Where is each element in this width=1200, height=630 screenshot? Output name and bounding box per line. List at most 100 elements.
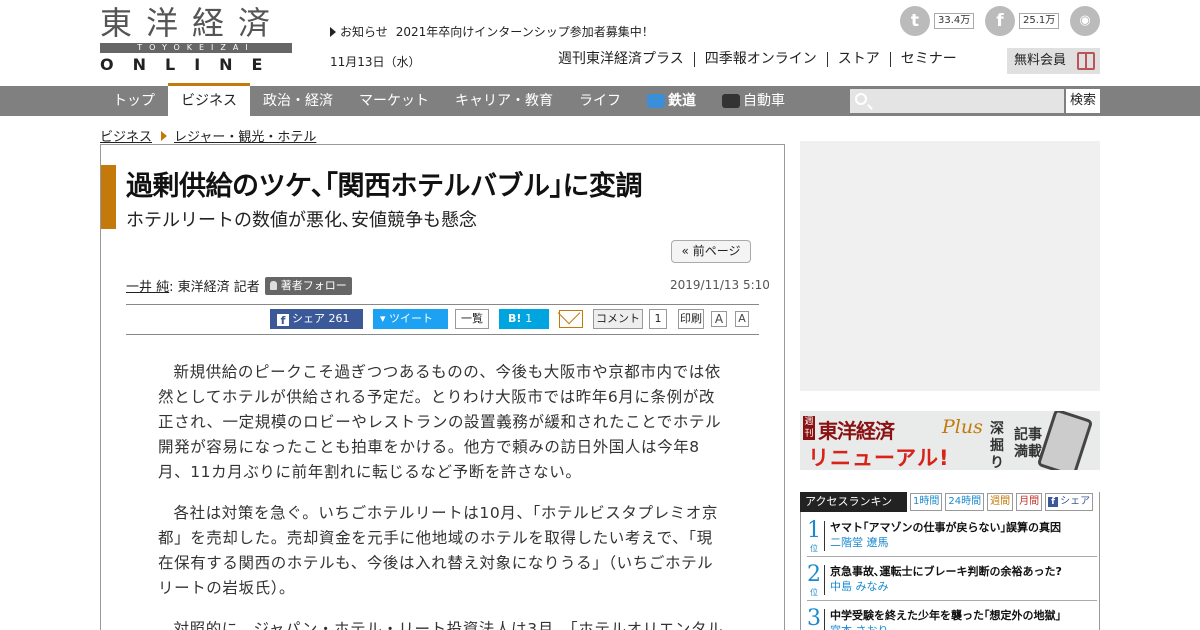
breadcrumb: ビジネス レジャー・観光・ホテル — [100, 126, 316, 145]
comment-button[interactable]: コメント — [593, 309, 643, 329]
fb-share-count: 261 — [328, 312, 350, 325]
ranking-tabs: アクセスランキング 1時間 24時間 週間 月間 f シェア — [800, 492, 1101, 528]
access-ranking: アクセスランキング 1時間 24時間 週間 月間 f シェア 1 位 ヤマト｢アマ… — [800, 492, 1100, 630]
rank-number: 1 — [807, 518, 821, 543]
notice-label: お知らせ — [340, 25, 388, 39]
facebook-count: 25.1万 — [1019, 13, 1060, 29]
banner-side-text: 深掘り — [990, 421, 1004, 470]
tab-1hour[interactable]: 1時間 — [910, 493, 943, 511]
ranking-author[interactable]: 宮本 さおり — [830, 622, 889, 630]
print-button[interactable]: 印刷 — [678, 309, 704, 329]
breadcrumb-leisure[interactable]: レジャー・観光・ホテル — [174, 126, 316, 145]
subnav-seminar[interactable]: セミナー — [889, 52, 967, 67]
font-size-large-button[interactable]: A — [711, 311, 727, 327]
follow-label: 著者フォロー — [280, 278, 347, 292]
nav-career[interactable]: キャリア・教育 — [442, 86, 566, 116]
twitter-bird-icon: ▾ — [380, 312, 390, 325]
rss-icon[interactable]: ◉ — [1070, 6, 1100, 36]
divider — [126, 304, 759, 305]
ranking-item[interactable]: 2 位 京急事故､運転士にブレーキ判断の余裕あった? 中島 みなみ — [807, 563, 1097, 599]
ranking-item[interactable]: 1 位 ヤマト｢アマゾンの仕事が戻らない｣誤算の真因 二階堂 遼馬 — [807, 519, 1097, 555]
ranking-headline[interactable]: 中学受験を終えた少年を襲った｢想定外の地獄｣ — [830, 607, 1061, 623]
article-subtitle: ホテルリートの数値が悪化､安値競争も懸念 — [126, 210, 477, 231]
ranking-author[interactable]: 中島 みなみ — [830, 578, 889, 594]
author-follow-button[interactable]: 著者フォロー — [264, 276, 352, 295]
paragraph: 各社は対策を急ぐ。いちごホテルリートは10月、「ホテルビスタプレミオ京都」を売却… — [158, 504, 718, 597]
facebook-follow[interactable]: f 25.1万 — [985, 6, 1061, 36]
logo-romaji: TOYOKEIZAI — [100, 43, 292, 53]
nav-railway[interactable]: 鉄道 — [634, 86, 709, 116]
publish-date: 2019/11/13 5:10 — [670, 278, 770, 292]
car-icon — [722, 94, 740, 108]
banner-plus: Plus — [942, 416, 983, 438]
rank-divider — [824, 565, 825, 595]
twitter-count: 33.4万 — [934, 13, 975, 29]
font-size-small-button[interactable]: A — [735, 311, 749, 327]
free-member-button[interactable]: 無料会員 — [1007, 48, 1100, 74]
tweet-label: ツイート — [389, 312, 434, 325]
nav-business[interactable]: ビジネス — [168, 83, 250, 116]
nav-market[interactable]: マーケット — [346, 86, 442, 116]
ranking-headline[interactable]: 京急事故､運転士にブレーキ判断の余裕あった? — [830, 563, 1062, 579]
article-title: 過剰供給のツケ､｢関西ホテルバブル｣に変調 — [126, 171, 643, 202]
subnav-shikiho[interactable]: 四季報オンライン — [693, 52, 827, 67]
nav-politics-economy[interactable]: 政治・経済 — [250, 86, 346, 116]
rss-link[interactable]: ◉ — [1070, 6, 1100, 36]
tab-weekly[interactable]: 週間 — [987, 493, 1014, 511]
logo-online: ONLINE — [100, 55, 282, 74]
byline: 一井 純 : 東洋経済 記者 著者フォロー — [126, 276, 352, 295]
hatena-bookmark-button[interactable]: B! 1 — [499, 309, 549, 329]
facebook-share-button[interactable]: f シェア 261 — [270, 309, 363, 329]
divider — [807, 556, 1097, 557]
author-affiliation: : 東洋経済 記者 — [169, 280, 260, 295]
facebook-icon: f — [1048, 497, 1059, 507]
tab-24hour[interactable]: 24時間 — [945, 493, 985, 511]
mail-icon[interactable] — [559, 310, 583, 328]
ad-slot — [800, 141, 1100, 391]
rank-unit: 位 — [810, 588, 818, 597]
notice[interactable]: お知らせ 2021年卒向けインターンシップ参加者募集中！ — [330, 23, 654, 40]
search-button[interactable]: 検索 — [1066, 89, 1100, 113]
banner-title: 東洋経済 — [818, 419, 895, 443]
nav-career-label: キャリア・教育 — [455, 93, 553, 109]
tab-share-label: シェア — [1060, 496, 1091, 507]
prev-page-button[interactable]: « 前ページ — [671, 240, 751, 263]
tweet-list-button[interactable]: 一覧 — [455, 309, 489, 329]
ranking-headline[interactable]: ヤマト｢アマゾンの仕事が戻らない｣誤算の真因 — [830, 519, 1061, 535]
ranking-item[interactable]: 3 位 中学受験を終えた少年を襲った｢想定外の地獄｣ 宮本 さおり — [807, 607, 1097, 630]
rank-number: 2 — [807, 562, 821, 587]
breadcrumb-business[interactable]: ビジネス — [100, 126, 152, 145]
tab-share[interactable]: f シェア — [1045, 493, 1094, 511]
nav-top[interactable]: トップ — [100, 86, 168, 116]
triangle-right-icon — [330, 27, 336, 37]
twitter-follow[interactable]: t 33.4万 — [900, 6, 976, 36]
fb-share-label: シェア — [292, 312, 325, 325]
site-logo[interactable]: 東洋経済 TOYOKEIZAI ONLINE — [100, 6, 292, 74]
author-link[interactable]: 一井 純 — [126, 276, 169, 295]
nav-automobile[interactable]: 自動車 — [709, 86, 798, 116]
tab-monthly[interactable]: 月間 — [1016, 493, 1043, 511]
free-member-label: 無料会員 — [1014, 53, 1067, 68]
subnav-store[interactable]: ストア — [826, 52, 890, 67]
nav-life[interactable]: ライフ — [566, 86, 634, 116]
toyo-keizai-plus-banner[interactable]: 週刊 東洋経済 Plus リニューアル! 深掘り 記事満載 — [800, 411, 1100, 470]
hatena-icon: B! — [508, 312, 522, 325]
ranking-author[interactable]: 二階堂 遼馬 — [830, 534, 889, 550]
gift-icon — [1077, 52, 1095, 70]
current-date: 11月13日（水） — [330, 55, 421, 69]
subnav-weekly-plus[interactable]: 週刊東洋経済プラス — [558, 52, 694, 67]
nav-business-label: ビジネス — [181, 92, 237, 109]
nav-life-label: ライフ — [579, 93, 621, 109]
nav-railway-label: 鉄道 — [668, 93, 696, 109]
rank-divider — [824, 609, 825, 630]
banner-weekly: 週刊 — [803, 416, 815, 440]
rank-unit: 位 — [810, 544, 818, 553]
facebook-icon[interactable]: f — [985, 6, 1015, 36]
notice-text[interactable]: 2021年卒向けインターンシップ参加者募集中！ — [396, 25, 654, 39]
nav-auto-label: 自動車 — [743, 93, 785, 109]
article: 過剰供給のツケ､｢関西ホテルバブル｣に変調 ホテルリートの数値が悪化､安値競争も… — [100, 144, 785, 630]
search-input[interactable] — [850, 89, 1064, 113]
twitter-icon[interactable]: t — [900, 6, 930, 36]
tweet-button[interactable]: ▾ ツイート — [373, 309, 448, 329]
train-icon — [647, 94, 665, 108]
